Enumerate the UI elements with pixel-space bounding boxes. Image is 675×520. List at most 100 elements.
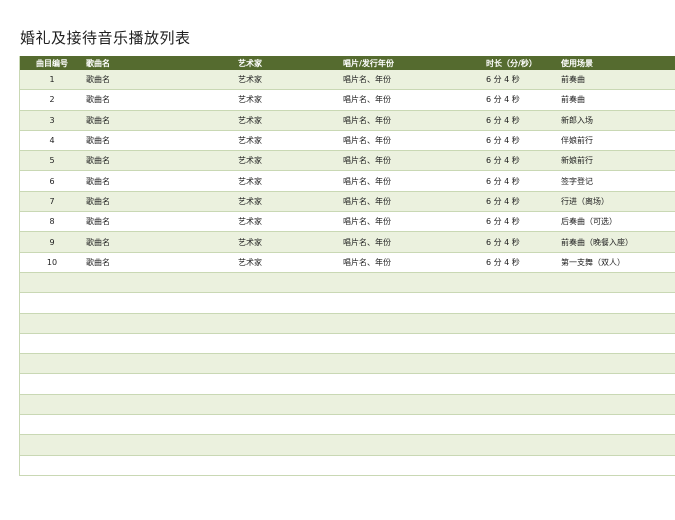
usage-cell[interactable]: 前奏曲（晚餐入座） bbox=[561, 232, 633, 251]
duration-cell[interactable]: 6 分 4 秒 bbox=[486, 171, 520, 190]
track-number-cell[interactable]: 9 bbox=[20, 232, 84, 251]
page-title: 婚礼及接待音乐播放列表 bbox=[20, 29, 191, 47]
track-number-cell[interactable] bbox=[20, 456, 84, 475]
artist-cell[interactable]: 艺术家 bbox=[238, 70, 262, 89]
table-row bbox=[20, 313, 675, 334]
track-number-cell[interactable]: 5 bbox=[20, 151, 84, 170]
usage-cell[interactable]: 后奏曲（可选） bbox=[561, 212, 617, 231]
duration-cell[interactable]: 6 分 4 秒 bbox=[486, 111, 520, 130]
duration-cell[interactable]: 6 分 4 秒 bbox=[486, 232, 520, 251]
track-number-cell[interactable] bbox=[20, 314, 84, 333]
table-row bbox=[20, 394, 675, 416]
table-row bbox=[20, 374, 675, 395]
artist-cell[interactable]: 艺术家 bbox=[238, 151, 262, 170]
table-row: 3 歌曲名 艺术家 唱片名、年份 6 分 4 秒 新郎入场 bbox=[20, 110, 675, 131]
table-row: 8 歌曲名 艺术家 唱片名、年份 6 分 4 秒 后奏曲（可选） bbox=[20, 212, 675, 233]
track-number-cell[interactable]: 2 bbox=[20, 90, 84, 109]
usage-cell[interactable]: 第一支舞（双人） bbox=[561, 253, 625, 272]
header-song[interactable]: 歌曲名 bbox=[86, 56, 110, 70]
track-number-cell[interactable] bbox=[20, 435, 84, 454]
table-row bbox=[20, 354, 675, 375]
duration-cell[interactable]: 6 分 4 秒 bbox=[486, 131, 520, 150]
album-year-cell[interactable]: 唱片名、年份 bbox=[343, 131, 391, 150]
table-row: 4 歌曲名 艺术家 唱片名、年份 6 分 4 秒 伴娘前行 bbox=[20, 130, 675, 152]
header-artist[interactable]: 艺术家 bbox=[238, 56, 262, 70]
track-number-cell[interactable]: 6 bbox=[20, 171, 84, 190]
duration-cell[interactable]: 6 分 4 秒 bbox=[486, 70, 520, 89]
track-number-cell[interactable]: 3 bbox=[20, 111, 84, 130]
duration-cell[interactable]: 6 分 4 秒 bbox=[486, 151, 520, 170]
song-cell[interactable]: 歌曲名 bbox=[86, 212, 110, 231]
duration-cell[interactable]: 6 分 4 秒 bbox=[486, 212, 520, 231]
artist-cell[interactable]: 艺术家 bbox=[238, 171, 262, 190]
song-cell[interactable]: 歌曲名 bbox=[86, 151, 110, 170]
table-row bbox=[20, 435, 675, 456]
song-cell[interactable]: 歌曲名 bbox=[86, 192, 110, 211]
album-year-cell[interactable]: 唱片名、年份 bbox=[343, 151, 391, 170]
table-row: 2 歌曲名 艺术家 唱片名、年份 6 分 4 秒 前奏曲 bbox=[20, 90, 675, 111]
track-number-cell[interactable] bbox=[20, 374, 84, 393]
album-year-cell[interactable]: 唱片名、年份 bbox=[343, 232, 391, 251]
album-year-cell[interactable]: 唱片名、年份 bbox=[343, 253, 391, 272]
table-row: 5 歌曲名 艺术家 唱片名、年份 6 分 4 秒 新娘前行 bbox=[20, 151, 675, 172]
table-row: 6 歌曲名 艺术家 唱片名、年份 6 分 4 秒 签字登记 bbox=[20, 171, 675, 192]
table-row bbox=[20, 272, 675, 294]
song-cell[interactable]: 歌曲名 bbox=[86, 253, 110, 272]
table-row: 10 歌曲名 艺术家 唱片名、年份 6 分 4 秒 第一支舞（双人） bbox=[20, 252, 675, 273]
table-row bbox=[20, 333, 675, 355]
table-row: 7 歌曲名 艺术家 唱片名、年份 6 分 4 秒 行进（离场） bbox=[20, 191, 675, 213]
table-row bbox=[20, 415, 675, 436]
table-header-row: 曲目编号 歌曲名 艺术家 唱片/发行年份 时长（分/秒） 使用场景 bbox=[20, 56, 675, 70]
track-number-cell[interactable]: 4 bbox=[20, 131, 84, 150]
song-cell[interactable]: 歌曲名 bbox=[86, 111, 110, 130]
header-usage[interactable]: 使用场景 bbox=[561, 56, 593, 70]
song-cell[interactable]: 歌曲名 bbox=[86, 131, 110, 150]
song-cell[interactable]: 歌曲名 bbox=[86, 70, 110, 89]
spreadsheet-page: 婚礼及接待音乐播放列表 曲目编号 歌曲名 艺术家 唱片/发行年份 时长（分/秒）… bbox=[0, 0, 675, 520]
header-album-year[interactable]: 唱片/发行年份 bbox=[343, 56, 394, 70]
playlist-table: 曲目编号 歌曲名 艺术家 唱片/发行年份 时长（分/秒） 使用场景 1 歌曲名 艺术… bbox=[19, 56, 675, 476]
artist-cell[interactable]: 艺术家 bbox=[238, 192, 262, 211]
table-row bbox=[20, 293, 675, 314]
usage-cell[interactable]: 签字登记 bbox=[561, 171, 593, 190]
artist-cell[interactable]: 艺术家 bbox=[238, 253, 262, 272]
album-year-cell[interactable]: 唱片名、年份 bbox=[343, 171, 391, 190]
track-number-cell[interactable] bbox=[20, 293, 84, 312]
table-row: 9 歌曲名 艺术家 唱片名、年份 6 分 4 秒 前奏曲（晚餐入座） bbox=[20, 232, 675, 253]
usage-cell[interactable]: 伴娘前行 bbox=[561, 131, 593, 150]
track-number-cell[interactable] bbox=[20, 395, 84, 414]
artist-cell[interactable]: 艺术家 bbox=[238, 90, 262, 109]
artist-cell[interactable]: 艺术家 bbox=[238, 212, 262, 231]
track-number-cell[interactable]: 7 bbox=[20, 192, 84, 211]
header-track-number[interactable]: 曲目编号 bbox=[20, 56, 84, 70]
album-year-cell[interactable]: 唱片名、年份 bbox=[343, 111, 391, 130]
usage-cell[interactable]: 新郎入场 bbox=[561, 111, 593, 130]
track-number-cell[interactable] bbox=[20, 415, 84, 434]
track-number-cell[interactable]: 10 bbox=[20, 253, 84, 272]
song-cell[interactable]: 歌曲名 bbox=[86, 232, 110, 251]
usage-cell[interactable]: 新娘前行 bbox=[561, 151, 593, 170]
album-year-cell[interactable]: 唱片名、年份 bbox=[343, 212, 391, 231]
artist-cell[interactable]: 艺术家 bbox=[238, 232, 262, 251]
album-year-cell[interactable]: 唱片名、年份 bbox=[343, 90, 391, 109]
song-cell[interactable]: 歌曲名 bbox=[86, 171, 110, 190]
artist-cell[interactable]: 艺术家 bbox=[238, 111, 262, 130]
duration-cell[interactable]: 6 分 4 秒 bbox=[486, 90, 520, 109]
table-row: 1 歌曲名 艺术家 唱片名、年份 6 分 4 秒 前奏曲 bbox=[20, 70, 675, 91]
album-year-cell[interactable]: 唱片名、年份 bbox=[343, 70, 391, 89]
usage-cell[interactable]: 前奏曲 bbox=[561, 90, 585, 109]
artist-cell[interactable]: 艺术家 bbox=[238, 131, 262, 150]
track-number-cell[interactable] bbox=[20, 334, 84, 353]
duration-cell[interactable]: 6 分 4 秒 bbox=[486, 253, 520, 272]
table-row bbox=[20, 455, 675, 476]
song-cell[interactable]: 歌曲名 bbox=[86, 90, 110, 109]
track-number-cell[interactable] bbox=[20, 273, 84, 292]
usage-cell[interactable]: 行进（离场） bbox=[561, 192, 609, 211]
track-number-cell[interactable]: 1 bbox=[20, 70, 84, 89]
usage-cell[interactable]: 前奏曲 bbox=[561, 70, 585, 89]
header-duration[interactable]: 时长（分/秒） bbox=[486, 56, 537, 70]
track-number-cell[interactable] bbox=[20, 354, 84, 373]
album-year-cell[interactable]: 唱片名、年份 bbox=[343, 192, 391, 211]
track-number-cell[interactable]: 8 bbox=[20, 212, 84, 231]
duration-cell[interactable]: 6 分 4 秒 bbox=[486, 192, 520, 211]
